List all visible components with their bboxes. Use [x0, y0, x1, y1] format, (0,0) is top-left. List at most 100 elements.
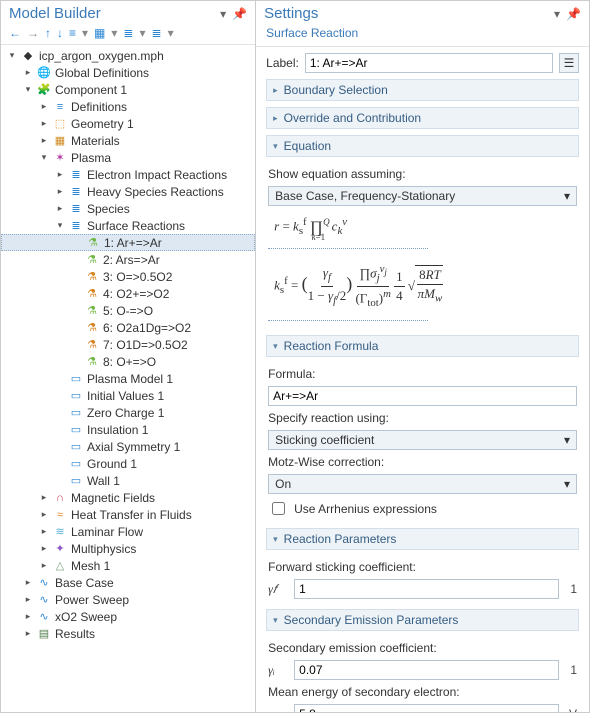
equation-divider — [268, 248, 428, 249]
tree-node[interactable]: ▸≣Heavy Species Reactions — [1, 183, 255, 200]
equation-display-1: r = ksf ∏Qk=1 ckν — [268, 211, 577, 241]
chevron-right-icon[interactable]: ▸ — [23, 67, 33, 78]
tree-node[interactable]: ▸△Mesh 1 — [1, 557, 255, 574]
tree-node[interactable]: ▸🌐Global Definitions — [1, 64, 255, 81]
chevron-down-icon[interactable]: ▾ — [55, 220, 65, 231]
chevron-down-icon[interactable]: ▾ — [23, 84, 33, 95]
node-label: Initial Values 1 — [87, 389, 164, 403]
tree-node[interactable]: ⚗1: Ar+=>Ar — [1, 234, 255, 251]
chevron-right-icon[interactable]: ▸ — [39, 135, 49, 146]
nav-forward-button[interactable]: → — [27, 26, 39, 40]
tree-node[interactable]: ⚗7: O1D=>0.5O2 — [1, 336, 255, 353]
node-label: 5: O-=>O — [103, 304, 153, 318]
chevron-right-icon[interactable]: ▸ — [39, 543, 49, 554]
section-reaction-formula[interactable]: ▾ Reaction Formula — [266, 335, 579, 357]
tree-node[interactable]: ▾✶Plasma — [1, 149, 255, 166]
arrhenius-checkbox-row[interactable]: Use Arrhenius expressions — [268, 499, 577, 518]
tree-node[interactable]: ⚗8: O+=>O — [1, 353, 255, 370]
formula-input[interactable] — [268, 386, 577, 406]
tree-node[interactable]: ▾≣Surface Reactions — [1, 217, 255, 234]
reaction-formula-body: Formula: Specify reaction using: Stickin… — [266, 363, 579, 522]
model-tree[interactable]: ▾◆icp_argon_oxygen.mph▸🌐Global Definitio… — [1, 45, 255, 712]
tree-node[interactable]: ▸✦Multiphysics — [1, 540, 255, 557]
chevron-right-icon[interactable]: ▸ — [39, 101, 49, 112]
nav-up-button[interactable]: ↑ — [45, 26, 51, 40]
create-selection-button[interactable]: ☰ — [559, 53, 579, 73]
chevron-right-icon[interactable]: ▸ — [55, 169, 65, 180]
section-reaction-parameters[interactable]: ▾ Reaction Parameters — [266, 528, 579, 550]
tree-node[interactable]: ▸▤Results — [1, 625, 255, 642]
tree-node[interactable]: ⚗2: Ars=>Ar — [1, 251, 255, 268]
tree-node[interactable]: ▸∩Magnetic Fields — [1, 489, 255, 506]
tree-node[interactable]: ▸∿Power Sweep — [1, 591, 255, 608]
nav-back-button[interactable]: ← — [9, 26, 21, 40]
tree-node[interactable]: ▭Initial Values 1 — [1, 387, 255, 404]
chevron-right-icon[interactable]: ▸ — [55, 203, 65, 214]
tree-node[interactable]: ▸≈Heat Transfer in Fluids — [1, 506, 255, 523]
fwd-sticking-input[interactable] — [294, 579, 559, 599]
chevron-right-icon[interactable]: ▸ — [23, 577, 33, 588]
more-button[interactable]: ≣ — [152, 26, 162, 40]
tree-node[interactable]: ▭Insulation 1 — [1, 421, 255, 438]
tree-node[interactable]: ▸∿xO2 Sweep — [1, 608, 255, 625]
section-secondary-emission[interactable]: ▾ Secondary Emission Parameters — [266, 609, 579, 631]
secondary-coef-input[interactable] — [294, 660, 559, 680]
tree-node[interactable]: ▾🧩Component 1 — [1, 81, 255, 98]
pin-icon[interactable]: 📌 — [566, 7, 581, 21]
mean-energy-input[interactable] — [294, 704, 559, 712]
collapse-icon[interactable]: ▾ — [554, 7, 560, 21]
chevron-right-icon[interactable]: ▸ — [23, 594, 33, 605]
tree-node[interactable]: ▭Axial Symmetry 1 — [1, 438, 255, 455]
collapse-icon[interactable]: ▾ — [220, 7, 226, 21]
tree-node[interactable]: ▸≡Definitions — [1, 98, 255, 115]
section-override[interactable]: ▸ Override and Contribution — [266, 107, 579, 129]
dropdown-value: Sticking coefficient — [275, 433, 374, 447]
nav-down-button[interactable]: ↓ — [57, 26, 63, 40]
show-equation-dropdown[interactable]: Base Case, Frequency-Stationary ▾ — [268, 186, 577, 206]
tree-node[interactable]: ▸≋Laminar Flow — [1, 523, 255, 540]
tree-node[interactable]: ▭Plasma Model 1 — [1, 370, 255, 387]
collapse-all-button[interactable]: ▦ — [94, 26, 105, 40]
node-label: Insulation 1 — [87, 423, 148, 437]
chevron-right-icon[interactable]: ▸ — [39, 560, 49, 571]
tree-node[interactable]: ⚗3: O=>0.5O2 — [1, 268, 255, 285]
node-icon: ∿ — [37, 610, 51, 623]
chevron-right-icon[interactable]: ▸ — [55, 186, 65, 197]
tree-node[interactable]: ▸▦Materials — [1, 132, 255, 149]
chevron-right-icon[interactable]: ▸ — [39, 118, 49, 129]
arrhenius-checkbox[interactable] — [272, 502, 285, 515]
expand-button[interactable]: ≣ — [123, 26, 133, 40]
label-input[interactable] — [305, 53, 553, 73]
tree-node[interactable]: ▭Ground 1 — [1, 455, 255, 472]
chevron-right-icon[interactable]: ▸ — [39, 509, 49, 520]
chevron-down-icon: ▾ — [564, 477, 570, 491]
pin-icon[interactable]: 📌 — [232, 7, 247, 21]
node-icon: ▭ — [69, 372, 83, 385]
chevron-right-icon[interactable]: ▸ — [23, 611, 33, 622]
secondary-coef-unit: 1 — [565, 663, 577, 677]
chevron-down-icon[interactable]: ▾ — [7, 50, 17, 61]
tree-node[interactable]: ▭Zero Charge 1 — [1, 404, 255, 421]
node-label: 8: O+=>O — [103, 355, 156, 369]
section-title: Reaction Parameters — [284, 532, 397, 546]
section-boundary-selection[interactable]: ▸ Boundary Selection — [266, 79, 579, 101]
tree-node[interactable]: ▸∿Base Case — [1, 574, 255, 591]
tree-node[interactable]: ⚗5: O-=>O — [1, 302, 255, 319]
chevron-down-icon[interactable]: ▾ — [39, 152, 49, 163]
tree-node[interactable]: ▸≣Species — [1, 200, 255, 217]
tree-node[interactable]: ▸⬚Geometry 1 — [1, 115, 255, 132]
tree-node[interactable]: ▾◆icp_argon_oxygen.mph — [1, 47, 255, 64]
specify-using-dropdown[interactable]: Sticking coefficient ▾ — [268, 430, 577, 450]
node-icon: ▭ — [69, 457, 83, 470]
tree-node[interactable]: ⚗4: O2+=>O2 — [1, 285, 255, 302]
chevron-right-icon[interactable]: ▸ — [39, 526, 49, 537]
motz-wise-dropdown[interactable]: On ▾ — [268, 474, 577, 494]
tree-node[interactable]: ⚗6: O2a1Dg=>O2 — [1, 319, 255, 336]
node-label: 6: O2a1Dg=>O2 — [103, 321, 191, 335]
chevron-right-icon[interactable]: ▸ — [23, 628, 33, 639]
tree-node[interactable]: ▸≣Electron Impact Reactions — [1, 166, 255, 183]
show-button[interactable]: ≡ — [69, 26, 76, 40]
tree-node[interactable]: ▭Wall 1 — [1, 472, 255, 489]
chevron-right-icon[interactable]: ▸ — [39, 492, 49, 503]
section-equation[interactable]: ▾ Equation — [266, 135, 579, 157]
